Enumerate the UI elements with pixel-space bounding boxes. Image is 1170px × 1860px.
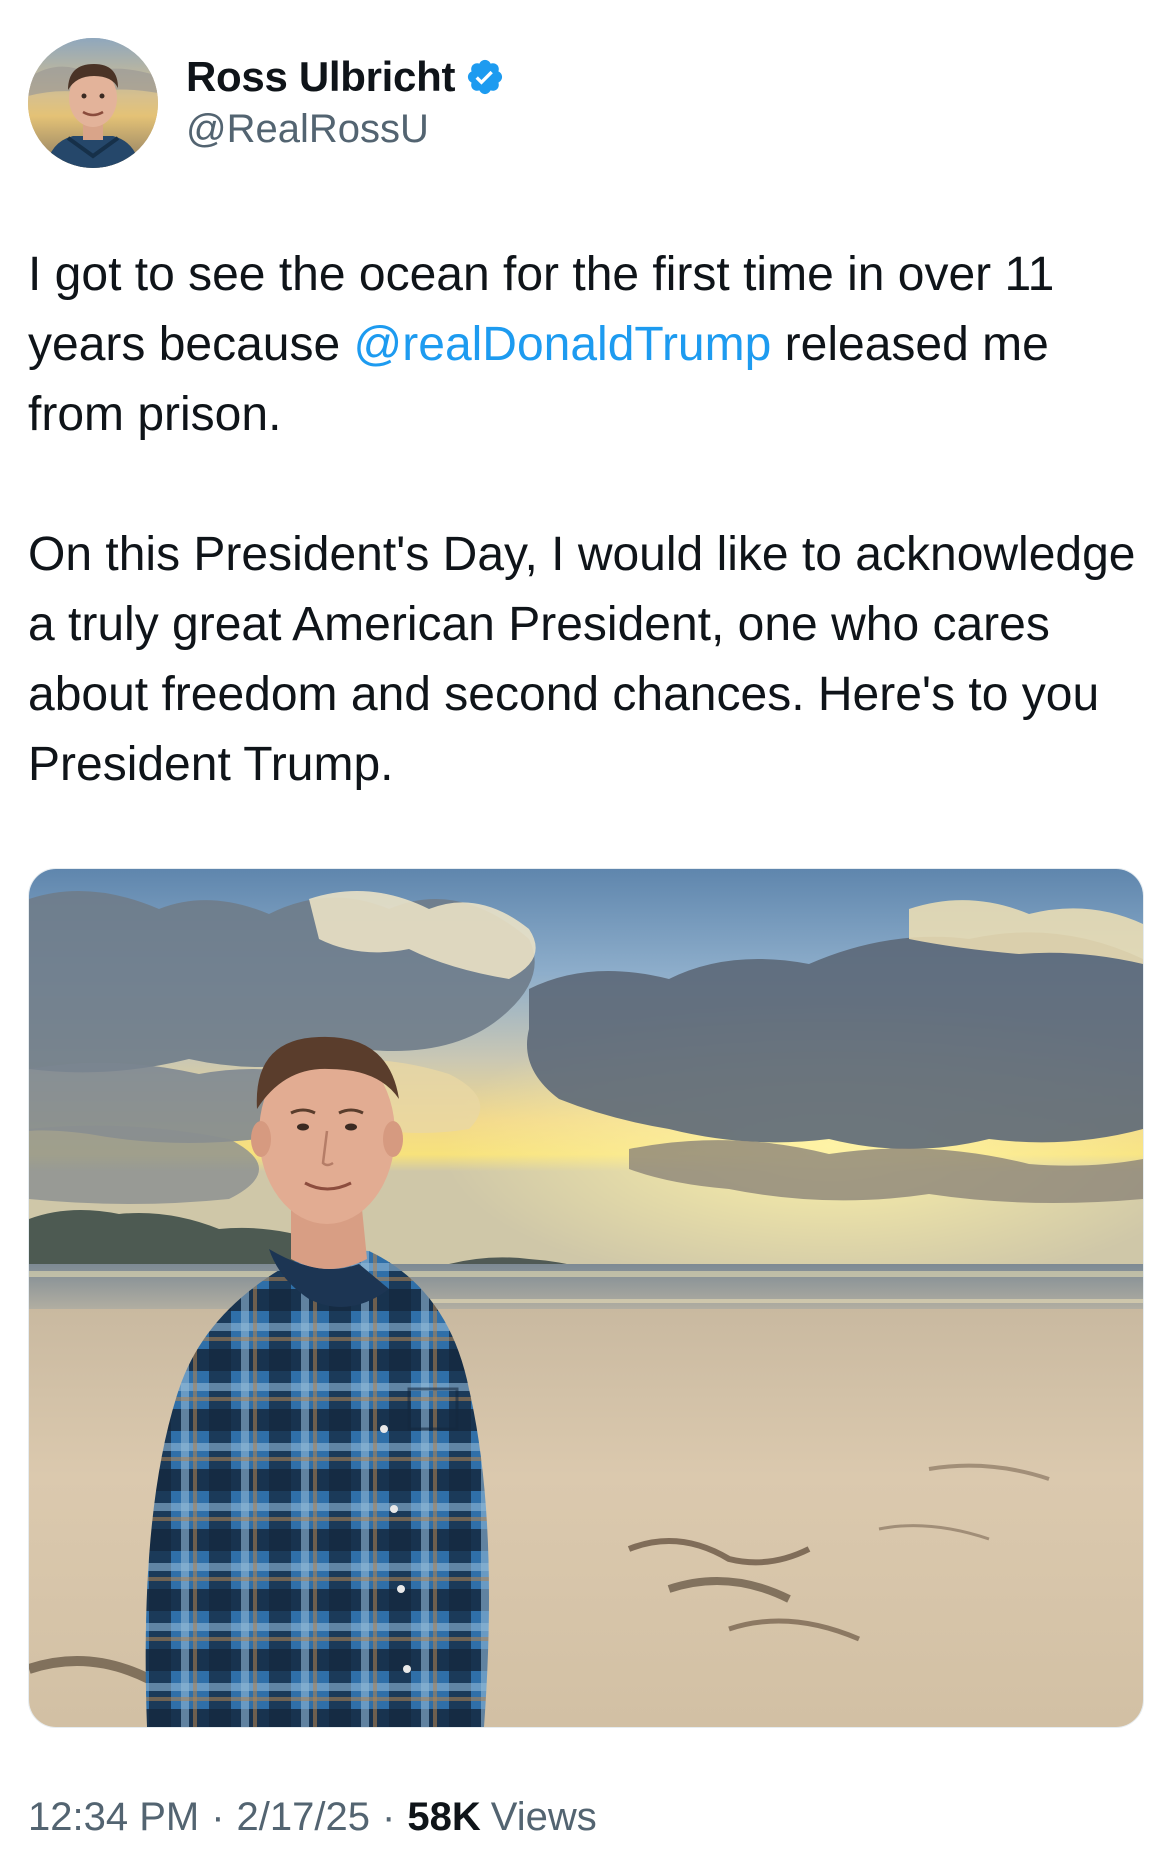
meta-separator: · (211, 1795, 225, 1839)
meta-separator: · (382, 1795, 396, 1839)
tweet-time[interactable]: 12:34 PM (28, 1795, 199, 1840)
author-names: Ross Ulbricht @RealRossU (186, 53, 505, 153)
tweet-paragraph-1: I got to see the ocean for the first tim… (28, 240, 1148, 450)
tweet-card: Ross Ulbricht @RealRossU I got to see th… (0, 0, 1170, 1860)
avatar-photo-icon (28, 38, 158, 168)
display-name-row: Ross Ulbricht (186, 53, 505, 101)
mention-link[interactable]: @realDonaldTrump (354, 318, 772, 371)
avatar[interactable] (28, 38, 158, 168)
user-handle[interactable]: @RealRossU (186, 105, 505, 153)
verified-badge-icon[interactable] (465, 57, 505, 97)
tweet-photo[interactable] (28, 868, 1144, 1728)
tweet-meta: 12:34 PM · 2/17/25 · 58K Views (28, 1795, 597, 1840)
tweet-date[interactable]: 2/17/25 (237, 1795, 370, 1840)
views-count[interactable]: 58K (407, 1795, 480, 1840)
display-name[interactable]: Ross Ulbricht (186, 53, 455, 101)
tweet-header: Ross Ulbricht @RealRossU (28, 36, 505, 170)
views-label[interactable]: Views (491, 1795, 597, 1840)
beach-photo-icon (29, 869, 1143, 1727)
tweet-paragraph-2: On this President's Day, I would like to… (28, 528, 1136, 791)
tweet-text: I got to see the ocean for the first tim… (28, 240, 1148, 800)
